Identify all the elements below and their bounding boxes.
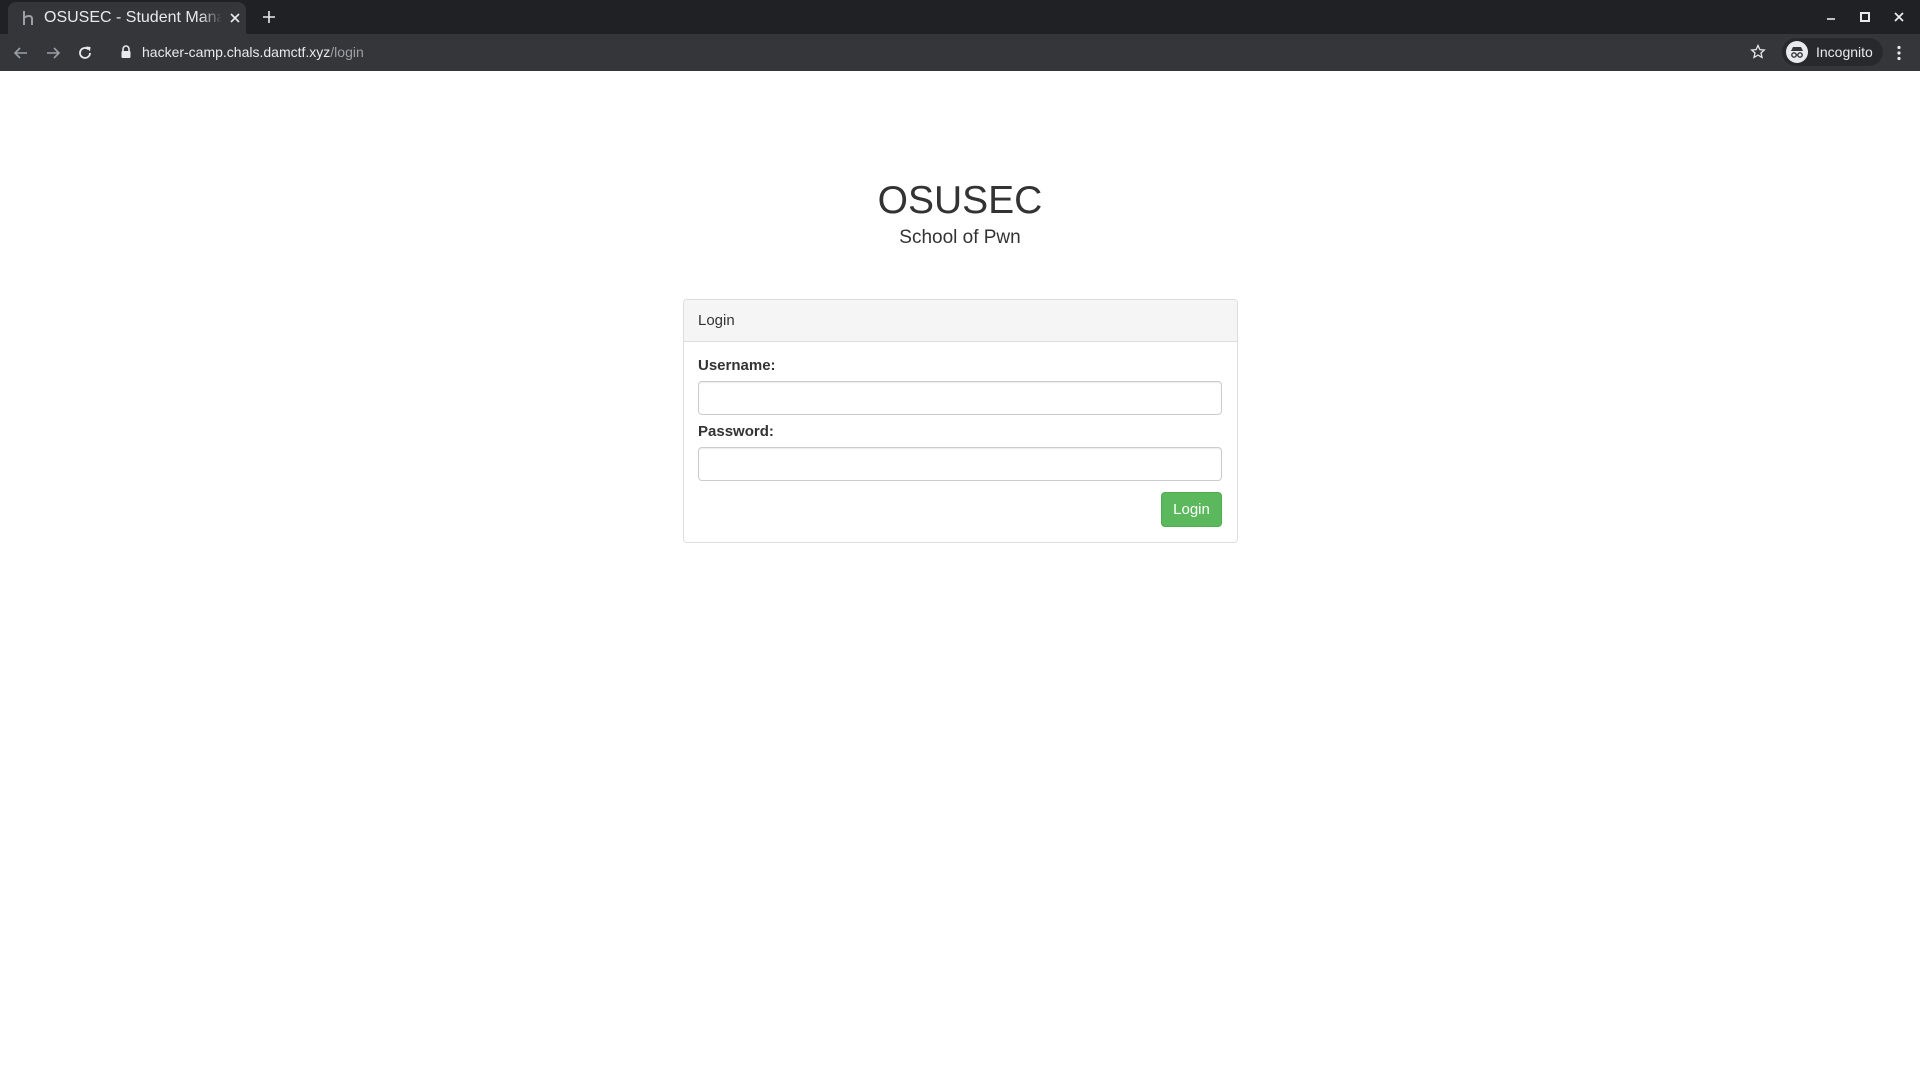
password-label: Password: xyxy=(698,423,774,440)
address-bar[interactable]: hacker-camp.chals.damctf.xyz/login xyxy=(142,44,364,60)
url-path: /login xyxy=(330,44,364,60)
tab-title: OSUSEC - Student Management xyxy=(44,10,222,26)
maximize-window-icon[interactable] xyxy=(1856,8,1874,26)
browser-toolbar: hacker-camp.chals.damctf.xyz/login Incog… xyxy=(0,34,1920,71)
incognito-icon xyxy=(1786,41,1808,63)
password-input[interactable] xyxy=(698,447,1222,481)
page-subtitle: School of Pwn xyxy=(899,227,1021,248)
bookmark-star-icon[interactable] xyxy=(1748,42,1768,62)
forward-arrow-icon[interactable] xyxy=(42,42,64,64)
close-tab-icon[interactable] xyxy=(228,11,242,25)
close-window-icon[interactable] xyxy=(1890,8,1908,26)
login-button[interactable]: Login xyxy=(1161,492,1222,527)
minimize-window-icon[interactable] xyxy=(1822,8,1840,26)
incognito-label: Incognito xyxy=(1816,44,1873,60)
login-panel: Login Username: Password: Login xyxy=(683,299,1238,543)
url-host: hacker-camp.chals.damctf.xyz xyxy=(142,44,331,60)
page-title: OSUSEC xyxy=(877,179,1043,222)
more-options-icon[interactable] xyxy=(1888,42,1910,64)
lock-icon[interactable] xyxy=(120,45,132,59)
page-content: OSUSEC School of Pwn Login Username: Pas… xyxy=(0,71,1920,1080)
browser-tab[interactable]: OSUSEC - Student Management xyxy=(8,2,246,34)
username-label: Username: xyxy=(698,357,776,374)
reload-icon[interactable] xyxy=(74,42,96,64)
username-input[interactable] xyxy=(698,381,1222,415)
login-panel-heading: Login xyxy=(684,300,1237,342)
h-favicon-icon xyxy=(20,10,36,26)
browser-tab-strip: OSUSEC - Student Management xyxy=(0,0,1920,34)
new-tab-icon[interactable] xyxy=(259,7,279,27)
back-arrow-icon[interactable] xyxy=(10,42,32,64)
incognito-profile-button[interactable]: Incognito xyxy=(1782,38,1883,66)
